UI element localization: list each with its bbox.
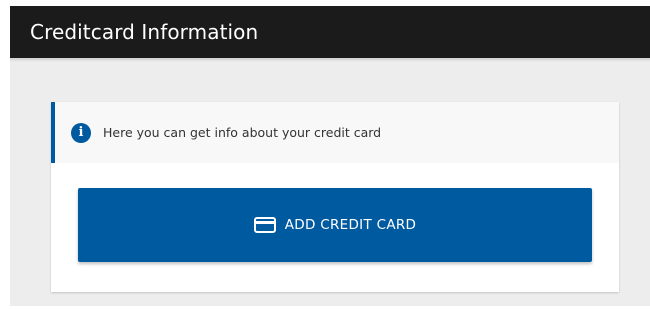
credit-card-icon [253, 217, 276, 233]
add-credit-card-button[interactable]: ADD CREDIT CARD [78, 188, 592, 262]
add-credit-card-label: ADD CREDIT CARD [284, 217, 417, 233]
page-title: Creditcard Information [30, 20, 259, 44]
info-message: i Here you can get info about your credi… [51, 102, 619, 163]
info-icon: i [71, 122, 91, 143]
credit-card-panel: i Here you can get info about your credi… [51, 102, 619, 292]
content-area: i Here you can get info about your credi… [10, 62, 650, 306]
page-header: Creditcard Information [10, 6, 650, 58]
page: Creditcard Information i Here you can ge… [0, 0, 650, 309]
info-message-text: Here you can get info about your credit … [103, 125, 382, 140]
